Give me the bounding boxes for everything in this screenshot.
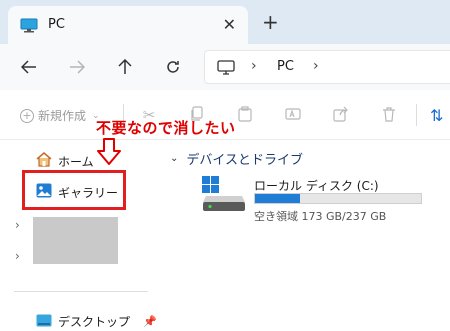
- pin-icon[interactable]: 📌: [143, 315, 157, 328]
- up-arrow-icon[interactable]: [114, 56, 136, 78]
- desktop-icon: [36, 314, 52, 330]
- redacted-area: [33, 217, 118, 264]
- rename-icon[interactable]: [284, 106, 302, 124]
- chevron-right-icon: ›: [251, 58, 257, 74]
- drive-name[interactable]: ローカル ディスク (C:): [254, 177, 379, 194]
- chevron-right-icon[interactable]: ›: [313, 58, 319, 74]
- navigation-bar: › PC ›: [0, 44, 450, 90]
- breadcrumb-pc[interactable]: PC: [277, 59, 294, 74]
- drive-icon[interactable]: [202, 176, 246, 215]
- navigation-pane: ホーム ギャラリー › › デスクトップ 📌: [0, 140, 162, 331]
- annotation-text: 不要なので消したい: [96, 119, 236, 137]
- tab-pc[interactable]: PC ✕: [8, 6, 248, 44]
- chevron-down-icon: ⌄: [170, 153, 179, 164]
- close-icon[interactable]: ✕: [223, 15, 236, 34]
- sidebar-item-label: ホーム: [58, 154, 94, 169]
- sidebar-item-label: デスクトップ: [58, 315, 131, 329]
- monitor-icon: [20, 18, 38, 37]
- sidebar-item-desktop[interactable]: デスクトップ: [36, 313, 130, 330]
- annotation-highlight-box: [22, 170, 126, 210]
- chevron-right-icon[interactable]: ›: [15, 218, 20, 232]
- sort-icon[interactable]: ⇅: [430, 106, 443, 125]
- drive-usage-fill: [255, 194, 300, 203]
- down-arrow-icon: [96, 138, 122, 169]
- address-bar[interactable]: › PC ›: [204, 50, 450, 84]
- tab-bar: PC ✕ +: [0, 0, 450, 44]
- tab-title: PC: [48, 17, 65, 32]
- home-icon: [36, 152, 52, 170]
- monitor-icon: [217, 60, 235, 79]
- forward-arrow-icon[interactable]: [66, 56, 88, 78]
- toolbar-divider: [416, 104, 417, 126]
- refresh-icon[interactable]: [162, 56, 184, 78]
- divider: [14, 291, 148, 292]
- new-button[interactable]: + 新規作成 ⌄: [20, 107, 100, 124]
- new-button-label: 新規作成: [38, 109, 87, 123]
- chevron-right-icon[interactable]: ›: [15, 249, 20, 263]
- drive-free-space: 空き領域 173 GB/237 GB: [254, 210, 387, 223]
- trash-icon[interactable]: [380, 106, 398, 124]
- back-arrow-icon[interactable]: [18, 56, 40, 78]
- main-content: ⌄ デバイスとドライブ ローカル ディスク (C:) 空き領域 173 GB/2…: [162, 140, 450, 331]
- group-title: デバイスとドライブ: [186, 153, 304, 168]
- group-header-devices[interactable]: ⌄ デバイスとドライブ: [170, 149, 303, 168]
- sidebar-item-home[interactable]: ホーム: [36, 152, 94, 170]
- drive-usage-bar: [254, 193, 422, 204]
- share-icon[interactable]: [332, 106, 350, 124]
- new-tab-button[interactable]: +: [262, 12, 279, 32]
- paste-icon[interactable]: [236, 106, 254, 124]
- plus-icon: +: [20, 108, 34, 123]
